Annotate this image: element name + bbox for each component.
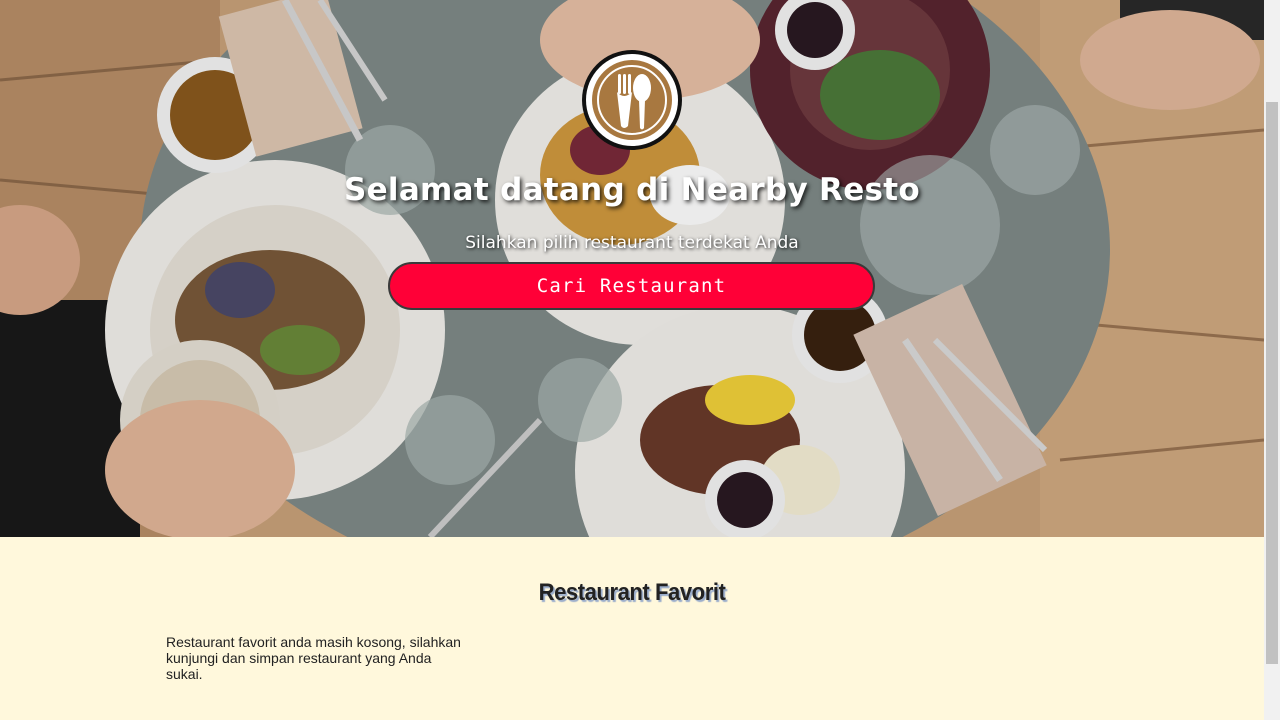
page: Selamat datang di Nearby Resto Silahkan … <box>0 0 1280 720</box>
logo <box>582 50 682 150</box>
hero-title: Selamat datang di Nearby Resto <box>343 172 921 208</box>
page-scrollbar[interactable] <box>1264 0 1280 720</box>
hero-subtitle: Silahkan pilih restaurant terdekat Anda <box>465 233 799 253</box>
search-restaurant-button[interactable]: Cari Restaurant <box>388 262 875 310</box>
favorites-title: Restaurant Favorit <box>538 579 726 606</box>
logo-inner <box>586 54 678 146</box>
fork-spoon-icon <box>592 60 672 140</box>
favorites-empty-message: Restaurant favorit anda masih kosong, si… <box>166 634 461 682</box>
scrollbar-thumb[interactable] <box>1266 102 1278 664</box>
favorites-section: Restaurant Favorit Restaurant favorit an… <box>0 537 1264 720</box>
hero-section: Selamat datang di Nearby Resto Silahkan … <box>0 0 1264 537</box>
